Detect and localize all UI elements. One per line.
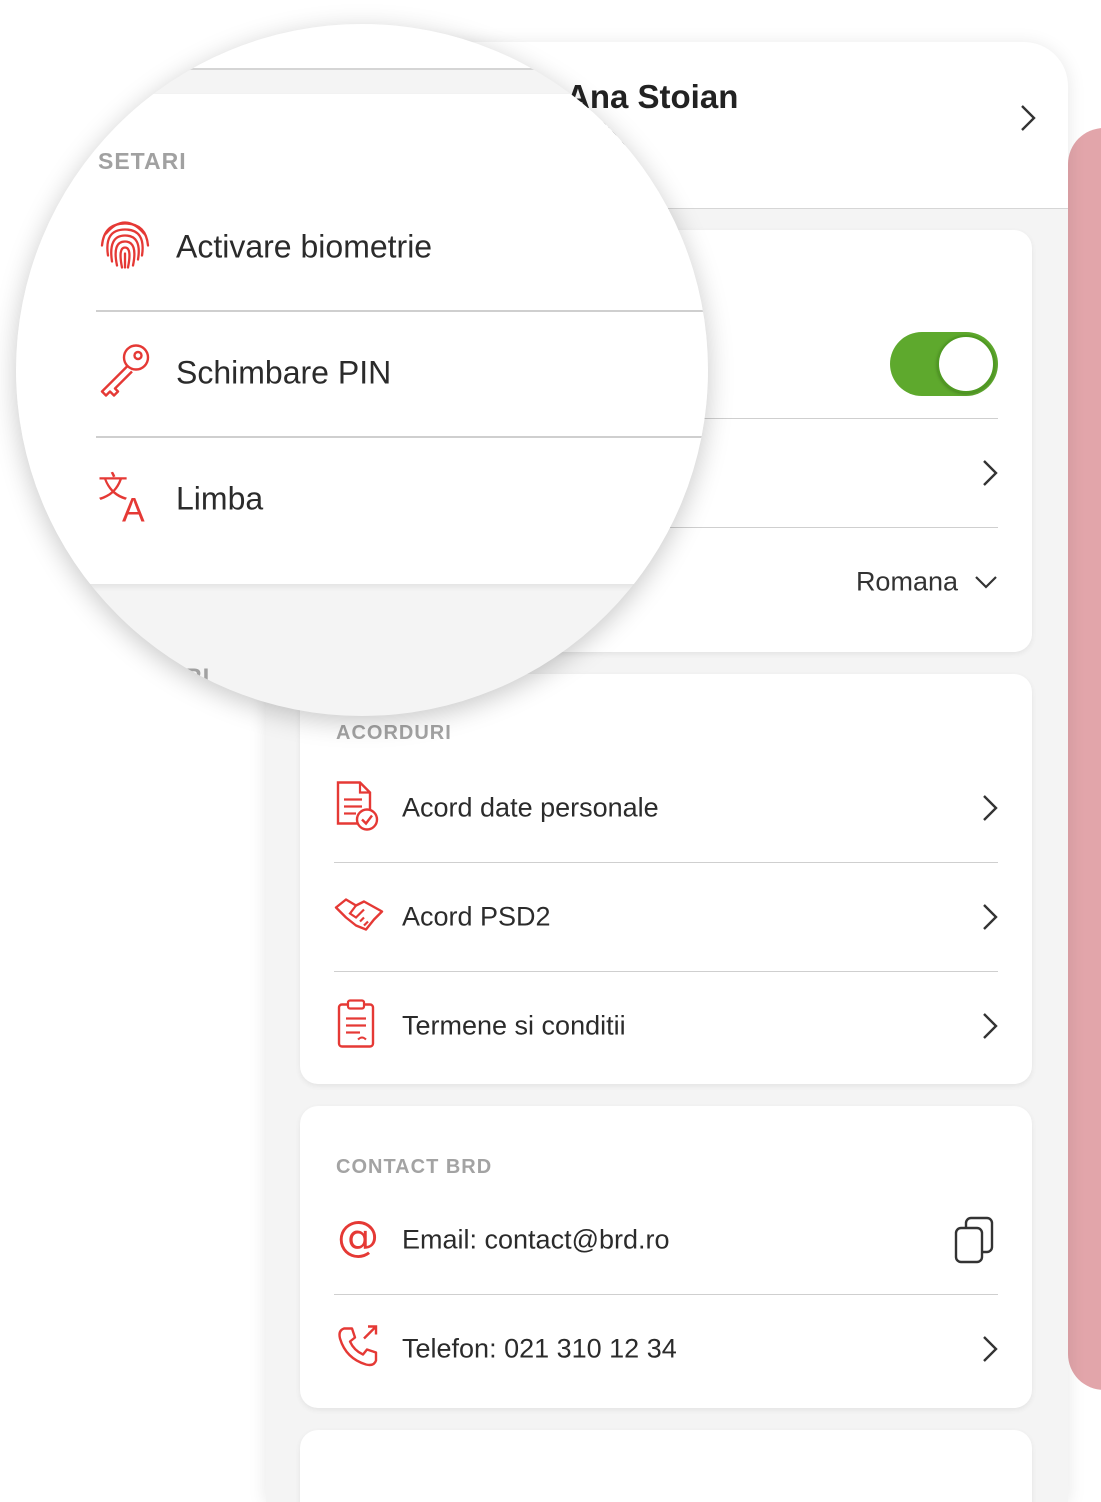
magnified-settings-card: SETARI Activare biometrie Schimbare PIN …: [16, 94, 708, 584]
at-sign-icon: @: [334, 1212, 382, 1267]
handshake-icon: [334, 896, 384, 939]
chevron-right-icon: [982, 1012, 998, 1040]
biometrics-toggle[interactable]: [890, 332, 998, 396]
divider: [96, 310, 708, 312]
chevron-right-icon: [982, 459, 998, 487]
contact-row-email[interactable]: @ Email: contact@brd.ro: [334, 1186, 998, 1294]
agreement-label: Acord PSD2: [402, 901, 551, 932]
toggle-knob: [937, 335, 995, 393]
chevron-right-icon: [982, 794, 998, 822]
background-accent-strip: [1068, 128, 1101, 1390]
settings-row-pin-magnified[interactable]: Schimbare PIN: [96, 318, 708, 428]
magnified-header: [16, 24, 708, 70]
settings-row-language-magnified[interactable]: 文 A Limba: [96, 444, 708, 554]
pin-label: Schimbare PIN: [176, 354, 392, 391]
contact-phone: Telefon: 021 310 12 34: [402, 1333, 677, 1364]
svg-text:@: @: [337, 1214, 379, 1261]
magnifier-lens: a Stoian SETARI Activare biometrie: [16, 24, 708, 716]
key-icon: [96, 342, 154, 405]
contact-section-title: CONTACT BRD: [336, 1156, 493, 1178]
fingerprint-icon: [96, 216, 154, 279]
svg-text:A: A: [122, 492, 145, 526]
divider: [96, 436, 708, 438]
agreements-card: ACORDURI Acord date personale Acord PSD2…: [300, 674, 1032, 1084]
contact-email: Email: contact@brd.ro: [402, 1224, 670, 1255]
biometrics-label: Activare biometrie: [176, 228, 433, 265]
agreement-row-terms[interactable]: Termene si conditii: [334, 972, 998, 1080]
translate-icon: 文 A: [96, 468, 154, 531]
chevron-right-icon: [982, 1335, 998, 1363]
copy-icon[interactable]: [954, 1216, 994, 1264]
settings-row-biometrics-magnified[interactable]: Activare biometrie: [96, 192, 708, 302]
chevron-down-icon: [974, 575, 998, 589]
contact-row-phone[interactable]: Telefon: 021 310 12 34: [334, 1295, 998, 1403]
phone-call-icon: [334, 1323, 382, 1376]
agreement-label: Termene si conditii: [402, 1010, 626, 1041]
language-value: Romana: [855, 566, 958, 597]
magnified-settings-title: SETARI: [98, 148, 187, 174]
chevron-right-icon: [982, 903, 998, 931]
next-card: [300, 1430, 1032, 1502]
agreement-label: Acord date personale: [402, 792, 659, 823]
agreements-section-title: ACORDURI: [336, 722, 452, 744]
language-label: Limba: [176, 480, 264, 517]
clipboard-icon: [334, 999, 378, 1054]
agreement-row-personal-data[interactable]: Acord date personale: [334, 754, 998, 862]
contact-card: CONTACT BRD @ Email: contact@brd.ro Tele…: [300, 1106, 1032, 1408]
chevron-right-icon: [1020, 104, 1036, 132]
agreement-row-psd2[interactable]: Acord PSD2: [334, 863, 998, 971]
document-check-icon: [334, 780, 380, 837]
magnified-agreements-title: URI: [166, 664, 211, 691]
